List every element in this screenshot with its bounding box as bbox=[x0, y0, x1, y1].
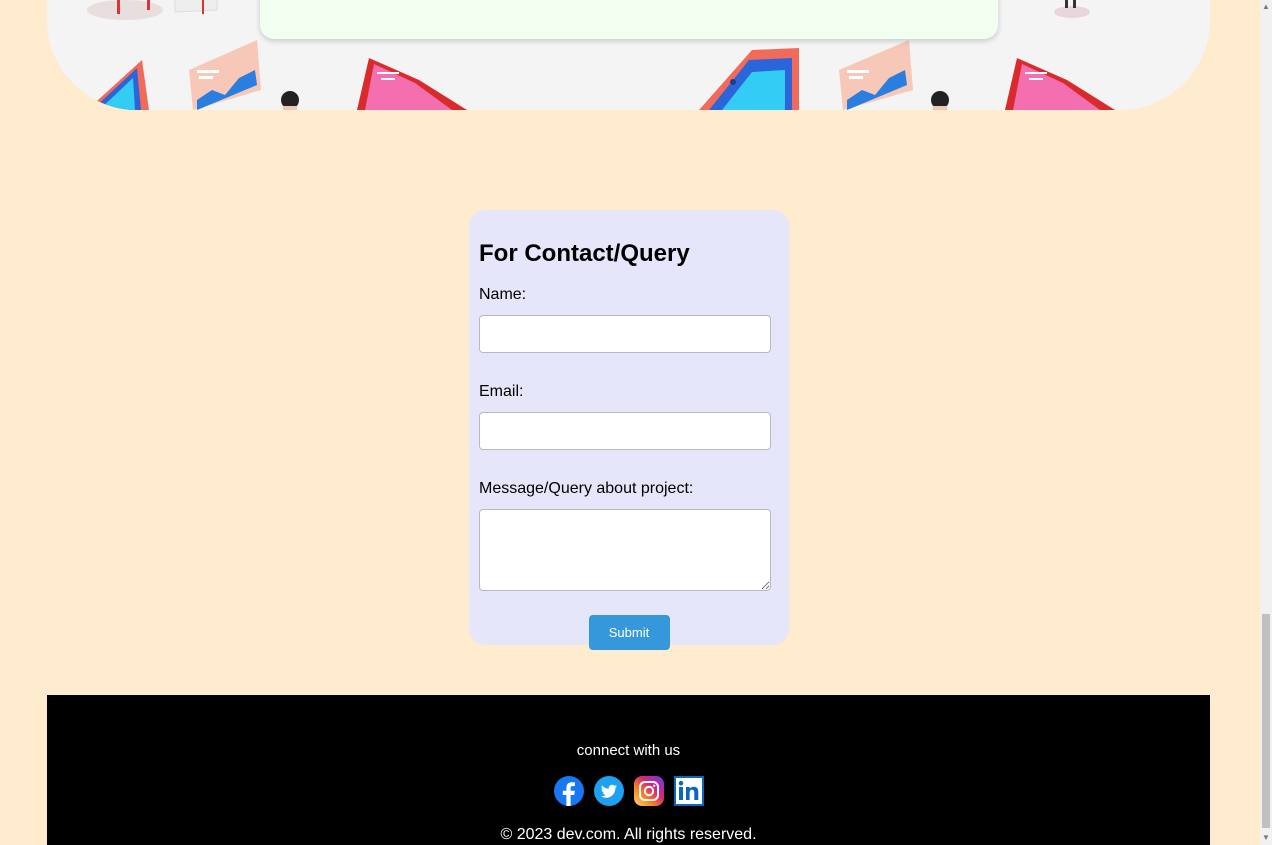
instagram-icon bbox=[633, 776, 664, 806]
vertical-scrollbar[interactable]: ▲ ▼ bbox=[1260, 0, 1272, 845]
message-textarea[interactable] bbox=[479, 509, 771, 591]
twitter-icon bbox=[593, 776, 624, 806]
hero-card bbox=[260, 0, 998, 39]
contact-title: For Contact/Query bbox=[479, 240, 690, 267]
message-label: Message/Query about project: bbox=[479, 480, 694, 497]
footer: connect with us © 2023 dev.com. All righ… bbox=[47, 695, 1210, 845]
contact-form: For Contact/Query Name: Email: Message/Q… bbox=[469, 210, 789, 650]
submit-wrapper: Submit bbox=[479, 615, 771, 650]
email-input[interactable] bbox=[479, 412, 771, 450]
instagram-link[interactable] bbox=[633, 776, 664, 806]
name-label: Name: bbox=[479, 286, 527, 303]
facebook-icon bbox=[553, 776, 584, 806]
scroll-down-arrow-icon[interactable]: ▼ bbox=[1260, 831, 1272, 845]
scroll-thumb[interactable] bbox=[1262, 614, 1270, 828]
linkedin-icon bbox=[673, 776, 704, 806]
name-input[interactable] bbox=[479, 315, 771, 353]
scroll-up-arrow-icon[interactable]: ▲ bbox=[1260, 0, 1272, 14]
copyright-text: © 2023 dev.com. All rights reserved. bbox=[500, 826, 757, 843]
connect-text: connect with us bbox=[576, 742, 681, 759]
social-links bbox=[47, 776, 1210, 806]
twitter-link[interactable] bbox=[593, 776, 624, 806]
page: For Contact/Query Name: Email: Message/Q… bbox=[0, 0, 1272, 845]
email-label: Email: bbox=[479, 383, 524, 400]
linkedin-link[interactable] bbox=[673, 776, 704, 806]
submit-button[interactable]: Submit bbox=[588, 615, 670, 650]
facebook-link[interactable] bbox=[553, 776, 584, 806]
hero-illustration bbox=[47, 0, 1210, 110]
